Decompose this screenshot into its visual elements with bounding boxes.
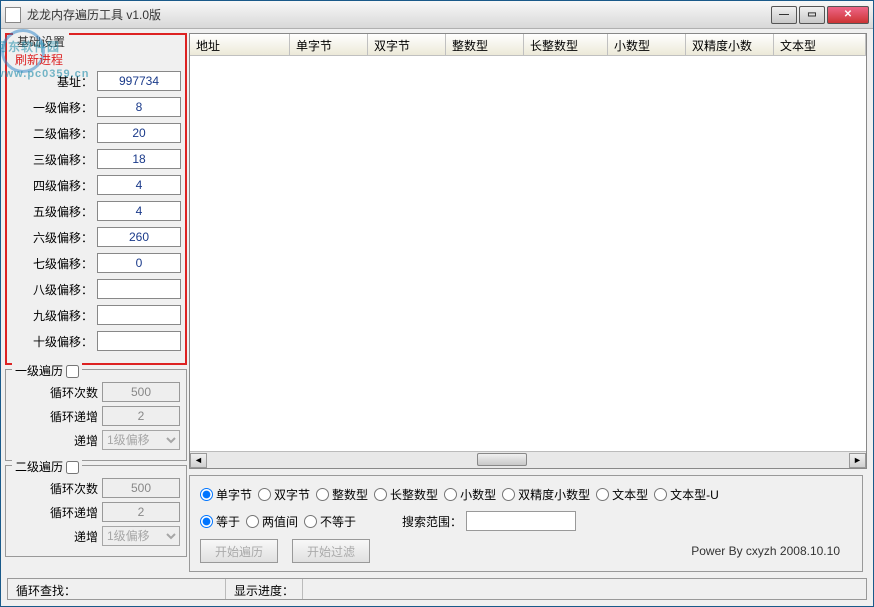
t2-loopinc-label: 循环递增 <box>36 504 98 521</box>
off4-label: 四级偏移： <box>33 177 93 194</box>
radio-int[interactable]: 整数型 <box>316 486 368 503</box>
power-by-label: Power By cxyzh 2008.10.10 <box>691 544 852 558</box>
t2-inc-select[interactable]: 1级偏移 <box>102 526 180 546</box>
traverse2-label: 二级遍历 <box>12 458 82 475</box>
off10-label: 十级偏移： <box>33 333 93 350</box>
maximize-button[interactable]: ▭ <box>799 6 825 24</box>
app-icon <box>5 7 21 23</box>
scroll-track[interactable] <box>207 453 849 468</box>
radio-float[interactable]: 小数型 <box>444 486 496 503</box>
off9-input[interactable] <box>97 305 181 325</box>
off5-input[interactable] <box>97 201 181 221</box>
window-title: 龙龙内存遍历工具 v1.0版 <box>27 6 771 23</box>
col-int[interactable]: 整数型 <box>446 34 524 55</box>
upper-area: 河东软件园 www.pc0359.cn 基础设置 刷新进程 基址： 一级偏移： … <box>3 31 871 576</box>
off10-input[interactable] <box>97 331 181 351</box>
minimize-button[interactable]: — <box>771 6 797 24</box>
basic-settings-box: 河东软件园 www.pc0359.cn 基础设置 刷新进程 基址： 一级偏移： … <box>5 33 187 365</box>
t1-loopinc-input[interactable] <box>102 406 180 426</box>
radio-text[interactable]: 文本型 <box>596 486 648 503</box>
col-byte[interactable]: 单字节 <box>290 34 368 55</box>
t2-loopcount-input[interactable] <box>102 478 180 498</box>
t1-loopcount-input[interactable] <box>102 382 180 402</box>
off5-label: 五级偏移： <box>33 203 93 220</box>
scroll-left-icon[interactable]: ◄ <box>190 453 207 468</box>
col-dbyte[interactable]: 双字节 <box>368 34 446 55</box>
off3-input[interactable] <box>97 149 181 169</box>
off6-input[interactable] <box>97 227 181 247</box>
col-text[interactable]: 文本型 <box>774 34 866 55</box>
traverse1-label: 一级遍历 <box>12 362 82 379</box>
traverse2-checkbox[interactable] <box>66 461 79 474</box>
titlebar[interactable]: 龙龙内存遍历工具 v1.0版 — ▭ ✕ <box>1 1 873 29</box>
right-column: 地址 单字节 双字节 整数型 长整数型 小数型 双精度小数 文本型 ◄ ► <box>189 33 867 574</box>
op-radio-row: 等于 两值间 不等于 搜索范围： <box>200 511 852 531</box>
off8-input[interactable] <box>97 279 181 299</box>
traverse2-box: 二级遍历 循环次数 循环递增 递增1级偏移 <box>5 465 187 557</box>
off6-label: 六级偏移： <box>33 229 93 246</box>
off7-input[interactable] <box>97 253 181 273</box>
t1-loopinc-label: 循环递增 <box>36 408 98 425</box>
horizontal-scrollbar[interactable]: ◄ ► <box>190 451 866 468</box>
t1-inc-select[interactable]: 1级偏移 <box>102 430 180 450</box>
base-label: 基址： <box>33 73 93 90</box>
off2-input[interactable] <box>97 123 181 143</box>
button-row: 开始遍历 开始过滤 Power By cxyzh 2008.10.10 <box>200 539 852 563</box>
off8-label: 八级偏移： <box>33 281 93 298</box>
off4-input[interactable] <box>97 175 181 195</box>
off3-label: 三级偏移： <box>33 151 93 168</box>
result-list: 地址 单字节 双字节 整数型 长整数型 小数型 双精度小数 文本型 ◄ ► <box>189 33 867 469</box>
refresh-process-link[interactable]: 刷新进程 <box>15 51 63 68</box>
off7-label: 七级偏移： <box>33 255 93 272</box>
scroll-right-icon[interactable]: ► <box>849 453 866 468</box>
start-filter-button[interactable]: 开始过滤 <box>292 539 370 563</box>
type-radio-row: 单字节 双字节 整数型 长整数型 小数型 双精度小数型 文本型 文本型-U <box>200 486 852 503</box>
col-double[interactable]: 双精度小数 <box>686 34 774 55</box>
traverse1-box: 一级遍历 循环次数 循环递增 递增1级偏移 <box>5 369 187 461</box>
window-buttons: — ▭ ✕ <box>771 6 869 24</box>
list-body[interactable] <box>190 56 866 451</box>
close-button[interactable]: ✕ <box>827 6 869 24</box>
t1-loopcount-label: 循环次数 <box>36 384 98 401</box>
radio-neq[interactable]: 不等于 <box>304 513 356 530</box>
base-input[interactable] <box>97 71 181 91</box>
off9-label: 九级偏移： <box>33 307 93 324</box>
traverse1-checkbox[interactable] <box>66 365 79 378</box>
t2-inc-label: 递增 <box>36 528 98 545</box>
search-range: 搜索范围： <box>402 511 576 531</box>
search-range-input[interactable] <box>466 511 576 531</box>
t2-loopinc-input[interactable] <box>102 502 180 522</box>
t1-inc-label: 递增 <box>36 432 98 449</box>
filter-box: 单字节 双字节 整数型 长整数型 小数型 双精度小数型 文本型 文本型-U 等于… <box>189 475 863 572</box>
basic-settings-label: 基础设置 <box>13 33 69 50</box>
status-loopfind: 循环查找： <box>8 579 226 599</box>
start-traverse-button[interactable]: 开始遍历 <box>200 539 278 563</box>
left-column: 河东软件园 www.pc0359.cn 基础设置 刷新进程 基址： 一级偏移： … <box>3 31 189 576</box>
app-window: 龙龙内存遍历工具 v1.0版 — ▭ ✕ 河东软件园 www.pc0359.cn… <box>0 0 874 607</box>
col-long[interactable]: 长整数型 <box>524 34 608 55</box>
radio-double[interactable]: 双精度小数型 <box>502 486 590 503</box>
content-area: 河东软件园 www.pc0359.cn 基础设置 刷新进程 基址： 一级偏移： … <box>1 29 873 606</box>
radio-textu[interactable]: 文本型-U <box>654 486 719 503</box>
status-progress: 显示进度： <box>226 579 303 599</box>
col-addr[interactable]: 地址 <box>190 34 290 55</box>
status-bar: 循环查找： 显示进度： <box>7 578 867 600</box>
list-header: 地址 单字节 双字节 整数型 长整数型 小数型 双精度小数 文本型 <box>190 34 866 56</box>
radio-byte[interactable]: 单字节 <box>200 486 252 503</box>
search-range-label: 搜索范围： <box>402 513 462 530</box>
field-list: 基址： 一级偏移： 二级偏移： 三级偏移： 四级偏移： 五级偏移： 六级偏移： … <box>11 37 181 351</box>
radio-between[interactable]: 两值间 <box>246 513 298 530</box>
off1-label: 一级偏移： <box>33 99 93 116</box>
radio-long[interactable]: 长整数型 <box>374 486 438 503</box>
off1-input[interactable] <box>97 97 181 117</box>
col-float[interactable]: 小数型 <box>608 34 686 55</box>
scroll-thumb[interactable] <box>477 453 527 466</box>
radio-eq[interactable]: 等于 <box>200 513 240 530</box>
t2-loopcount-label: 循环次数 <box>36 480 98 497</box>
off2-label: 二级偏移： <box>33 125 93 142</box>
radio-dbyte[interactable]: 双字节 <box>258 486 310 503</box>
